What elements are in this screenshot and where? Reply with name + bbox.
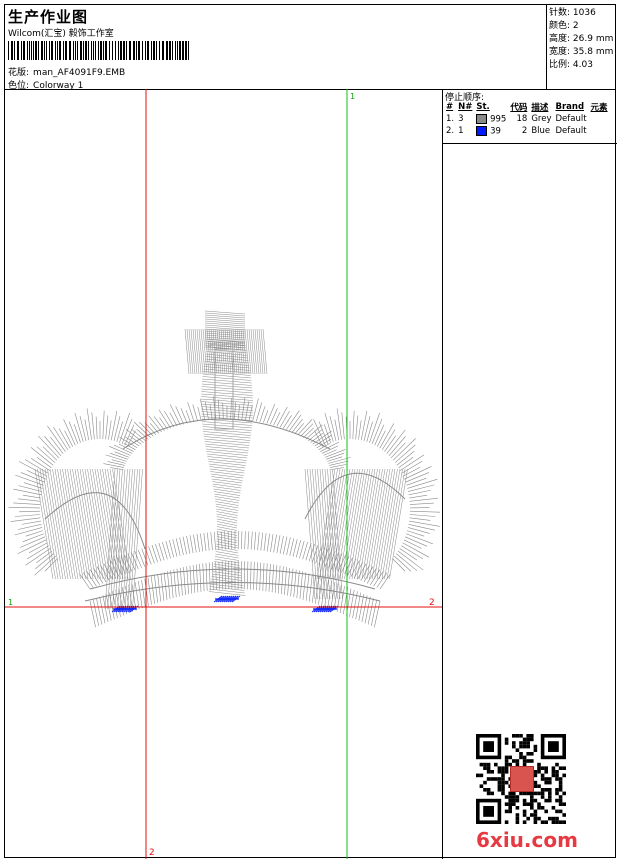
design-preview: 1 1 2 2 [5, 89, 443, 859]
col-index: # [446, 102, 454, 112]
stat-scale: 比例: 4.03 [549, 60, 593, 70]
col-description: 描述 [531, 103, 549, 113]
crown-embroidery: 1 1 2 2 [5, 89, 442, 859]
site-watermark: 6xiu.com [476, 828, 578, 852]
table-row: 2. 1 39 2 Blue Default [446, 125, 587, 137]
color-swatch-grey [476, 113, 488, 124]
header-info: 生产作业图 Wilcom(汇宝) 毅饰工作室 花版: man_AF4091F9.E… [5, 5, 547, 91]
stat-height: 高度: 26.9 mm [549, 34, 614, 44]
col-code: 代码 [510, 103, 528, 113]
stat-stitches: 针数: 1036 [549, 8, 596, 18]
design-stats: 针数: 1036 颜色: 2 高度: 26.9 mm 宽度: 35.8 mm 比… [546, 5, 617, 89]
design-file-row: 花版: man_AF4091F9.EMB [8, 65, 125, 78]
stop-sequence-panel: 停止顺序: # N# St. 代码 描述 Brand 元素 1. 3 995 1… [443, 89, 617, 144]
studio-name: Wilcom(汇宝) 毅饰工作室 [8, 29, 114, 39]
design-label: 花版: [8, 68, 30, 78]
page-title: 生产作业图 [8, 8, 89, 26]
stat-colors: 颜色: 2 [549, 21, 579, 31]
grey-thread-stitches [8, 310, 441, 628]
guide-label-top: 1 [350, 92, 355, 101]
color-swatch-blue [476, 125, 488, 136]
design-file-name: man_AF4091F9.EMB [33, 68, 126, 78]
col-element: 元素 [590, 103, 608, 113]
guide-label-bottom: 2 [149, 848, 155, 858]
seal-stamp [510, 766, 534, 792]
col-stitches: St. [476, 102, 490, 112]
guide-label-left: 1 [8, 598, 13, 607]
stat-width: 宽度: 35.8 mm [549, 47, 614, 57]
stop-sequence-table: # N# St. 代码 描述 Brand 元素 1. 3 995 18 Grey… [444, 101, 610, 137]
barcode [8, 41, 189, 60]
production-worksheet: 生产作业图 Wilcom(汇宝) 毅饰工作室 花版: man_AF4091F9.E… [4, 4, 617, 859]
col-brand: Brand [555, 102, 585, 112]
col-needle: N# [458, 102, 473, 112]
table-row: 1. 3 995 18 Grey Default [446, 113, 587, 125]
guide-label-right: 2 [429, 598, 435, 608]
